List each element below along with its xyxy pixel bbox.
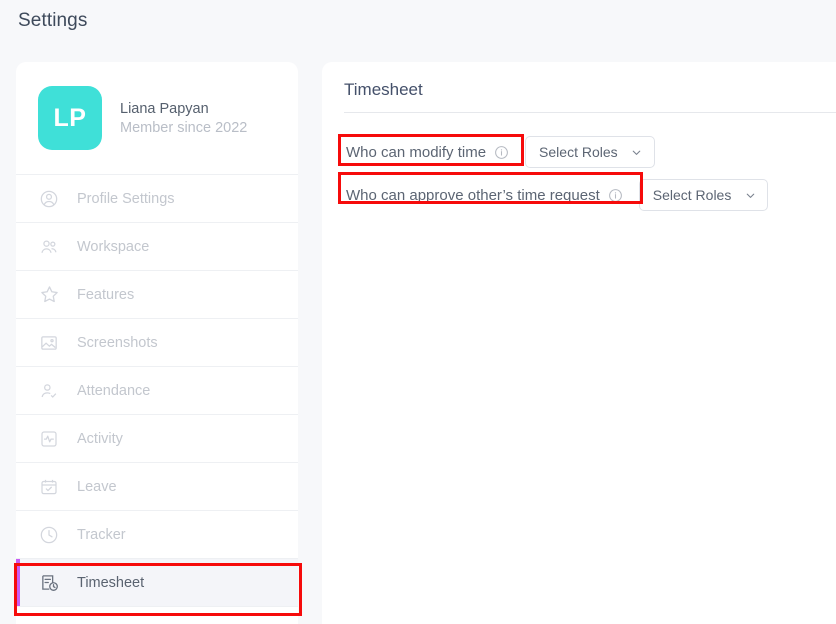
sidebar-item-label: Attendance	[77, 382, 151, 399]
sidebar-item-leave[interactable]: Leave	[16, 463, 298, 511]
page-header: Settings	[0, 0, 836, 62]
sidebar-item-label: Leave	[77, 478, 117, 495]
select-roles-approve-time-request[interactable]: Select Roles	[638, 179, 769, 211]
star-icon	[38, 284, 60, 306]
who-can-approve-label: Who can approve other’s time request	[344, 183, 625, 208]
image-icon	[38, 332, 60, 354]
setting-row-modify-time: Who can modify time Select Roles	[344, 136, 814, 168]
activity-icon	[38, 428, 60, 450]
sidebar-item-attendance[interactable]: Attendance	[16, 367, 298, 415]
sidebar-item-label: Profile Settings	[77, 190, 175, 207]
chevron-down-icon	[743, 188, 757, 202]
user-check-icon	[38, 380, 60, 402]
user-circle-icon	[38, 188, 60, 210]
select-roles-modify-time[interactable]: Select Roles	[525, 136, 655, 168]
settings-sidebar: LP Liana Papyan Member since 2022 Profil…	[16, 62, 298, 624]
setting-row-approve-time-request: Who can approve other’s time request Sel…	[344, 179, 814, 211]
sidebar-item-label: Workspace	[77, 238, 150, 255]
calendar-check-icon	[38, 476, 60, 498]
setting-label-text: Who can modify time	[346, 143, 487, 161]
timesheet-icon	[38, 572, 60, 594]
avatar: LP	[38, 86, 102, 150]
chevron-down-icon	[630, 145, 644, 159]
sidebar-item-timesheet[interactable]: Timesheet	[16, 559, 298, 607]
select-roles-value: Select Roles	[652, 187, 732, 203]
settings-page: Settings LP Liana Papyan Member since 20…	[0, 0, 836, 624]
profile-text: Liana Papyan Member since 2022	[120, 101, 247, 136]
who-can-modify-time-label: Who can modify time	[344, 140, 511, 165]
select-roles-value: Select Roles	[539, 144, 618, 160]
sidebar-item-tracker[interactable]: Tracker	[16, 511, 298, 559]
users-icon	[38, 236, 60, 258]
sidebar-item-label: Tracker	[77, 526, 126, 543]
info-icon[interactable]	[608, 188, 623, 203]
panel-divider	[344, 112, 836, 113]
clock-icon	[38, 524, 60, 546]
sidebar-item-screenshots[interactable]: Screenshots	[16, 319, 298, 367]
info-icon[interactable]	[494, 145, 509, 160]
setting-label-text: Who can approve other’s time request	[346, 186, 600, 204]
sidebar-item-activity[interactable]: Activity	[16, 415, 298, 463]
timesheet-settings-list: Who can modify time Select Roles Who can…	[344, 136, 814, 222]
sidebar-item-label: Activity	[77, 430, 123, 447]
sidebar-item-label: Screenshots	[77, 334, 158, 351]
profile-name: Liana Papyan	[120, 100, 209, 117]
sidebar-item-features[interactable]: Features	[16, 271, 298, 319]
sidebar-item-workspace[interactable]: Workspace	[16, 223, 298, 271]
profile-member-since: Member since 2022	[120, 119, 248, 136]
page-title: Settings	[18, 10, 88, 31]
profile-summary: LP Liana Papyan Member since 2022	[16, 62, 298, 175]
settings-nav: Profile Settings Workspace Features Scre…	[16, 175, 298, 607]
panel-title: Timesheet	[344, 80, 423, 99]
timesheet-panel: Timesheet Who can modify time Select Rol…	[322, 62, 836, 624]
sidebar-item-profile-settings[interactable]: Profile Settings	[16, 175, 298, 223]
sidebar-item-label: Timesheet	[77, 574, 145, 591]
sidebar-item-label: Features	[77, 286, 135, 303]
